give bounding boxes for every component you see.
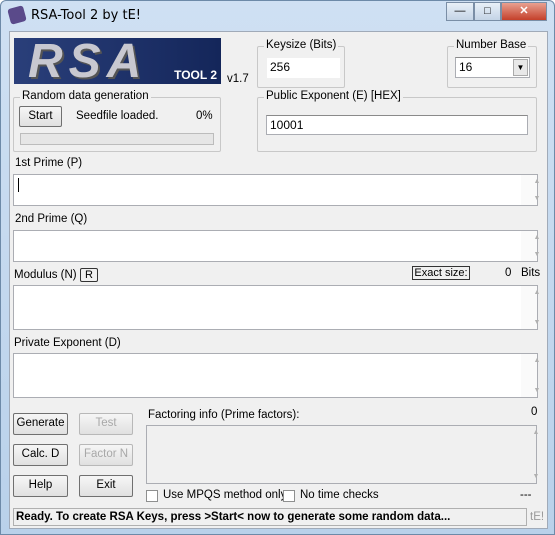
scrollbar[interactable]: ▲ ▼ [521, 354, 540, 397]
seed-status: Seedfile loaded. [76, 110, 159, 122]
random-percent: 0% [196, 110, 213, 122]
maximize-button[interactable]: □ [474, 2, 501, 21]
timer-label: --- [520, 489, 532, 501]
status-bar: Ready. To create RSA Keys, press >Start<… [13, 508, 527, 526]
author-label: tE! [530, 511, 545, 523]
factoring-output: ▲ ▼ [146, 425, 539, 484]
number-base-label: Number Base [454, 39, 529, 51]
exact-size-value: 0 [505, 267, 512, 279]
close-button[interactable]: ✕ [501, 2, 547, 21]
app-icon [7, 5, 27, 25]
private-exponent-input[interactable]: ▲ ▼ [13, 353, 540, 398]
modulus-label: Modulus (N) [14, 269, 77, 281]
modulus-r-button[interactable]: R [80, 268, 98, 282]
modulus-input[interactable]: ▲ ▼ [13, 285, 540, 330]
factoring-label: Factoring info (Prime factors): [148, 409, 300, 421]
keysize-input[interactable]: 256 [267, 58, 340, 78]
calc-d-button[interactable]: Calc. D [13, 444, 68, 466]
keysize-label: Keysize (Bits) [264, 39, 339, 51]
mpqs-label: Use MPQS method only [163, 489, 287, 501]
window-title: RSA-Tool 2 by tE! [31, 8, 142, 23]
public-exponent-label: Public Exponent (E) [HEX] [264, 90, 403, 102]
chevron-down-icon[interactable]: ▼ [513, 59, 528, 76]
number-base-select[interactable]: 16 ▼ [455, 57, 530, 78]
help-button[interactable]: Help [13, 475, 68, 497]
no-time-checks-label: No time checks [300, 489, 379, 501]
minimize-button[interactable]: — [446, 2, 474, 21]
public-exponent-input[interactable]: 10001 [266, 115, 528, 135]
private-exponent-label: Private Exponent (D) [14, 337, 121, 349]
prime-p-label: 1st Prime (P) [15, 157, 83, 169]
generate-button[interactable]: Generate [13, 413, 68, 435]
random-label: Random data generation [20, 90, 151, 102]
start-button[interactable]: Start [19, 106, 62, 127]
version-label: v1.7 [227, 73, 249, 85]
exact-size-label: Exact size: [412, 266, 470, 280]
factor-n-button[interactable]: Factor N [79, 444, 133, 466]
scrollbar[interactable]: ▲ ▼ [521, 286, 540, 329]
random-progress-bar [20, 133, 214, 145]
prime-q-label: 2nd Prime (Q) [15, 213, 88, 225]
number-base-value: 16 [459, 60, 473, 74]
bits-label: Bits [521, 267, 541, 279]
logo-subtext: TOOL 2 [174, 68, 217, 82]
prime-q-input[interactable]: ▲ ▼ [13, 230, 540, 262]
text-cursor [18, 178, 19, 192]
exit-button[interactable]: Exit [79, 475, 133, 497]
test-button[interactable]: Test [79, 413, 133, 435]
factoring-count: 0 [531, 406, 538, 418]
scrollbar[interactable]: ▲ ▼ [521, 231, 540, 261]
prime-p-input[interactable]: ▲ ▼ [13, 174, 540, 206]
no-time-checks-checkbox[interactable] [283, 490, 295, 502]
logo-text: RSA [28, 38, 148, 84]
rsa-logo: RSA TOOL 2 [14, 38, 221, 84]
mpqs-checkbox[interactable] [146, 490, 158, 502]
scrollbar[interactable]: ▲ ▼ [520, 426, 539, 483]
scrollbar[interactable]: ▲ ▼ [521, 175, 540, 205]
